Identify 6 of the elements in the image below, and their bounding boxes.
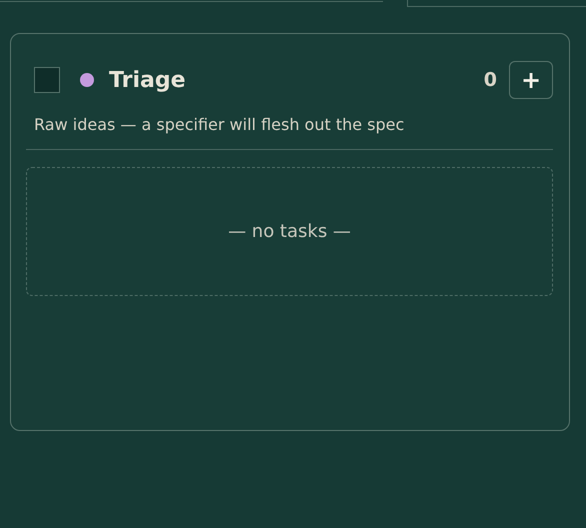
task-count: 0 [484,69,497,91]
checkbox[interactable] [34,67,60,93]
add-task-button[interactable]: + [509,61,553,99]
column-description: Raw ideas — a specifier will flesh out the spec [33,115,406,134]
column-title: Triage [109,68,186,92]
empty-message: — no tasks — [228,221,351,242]
